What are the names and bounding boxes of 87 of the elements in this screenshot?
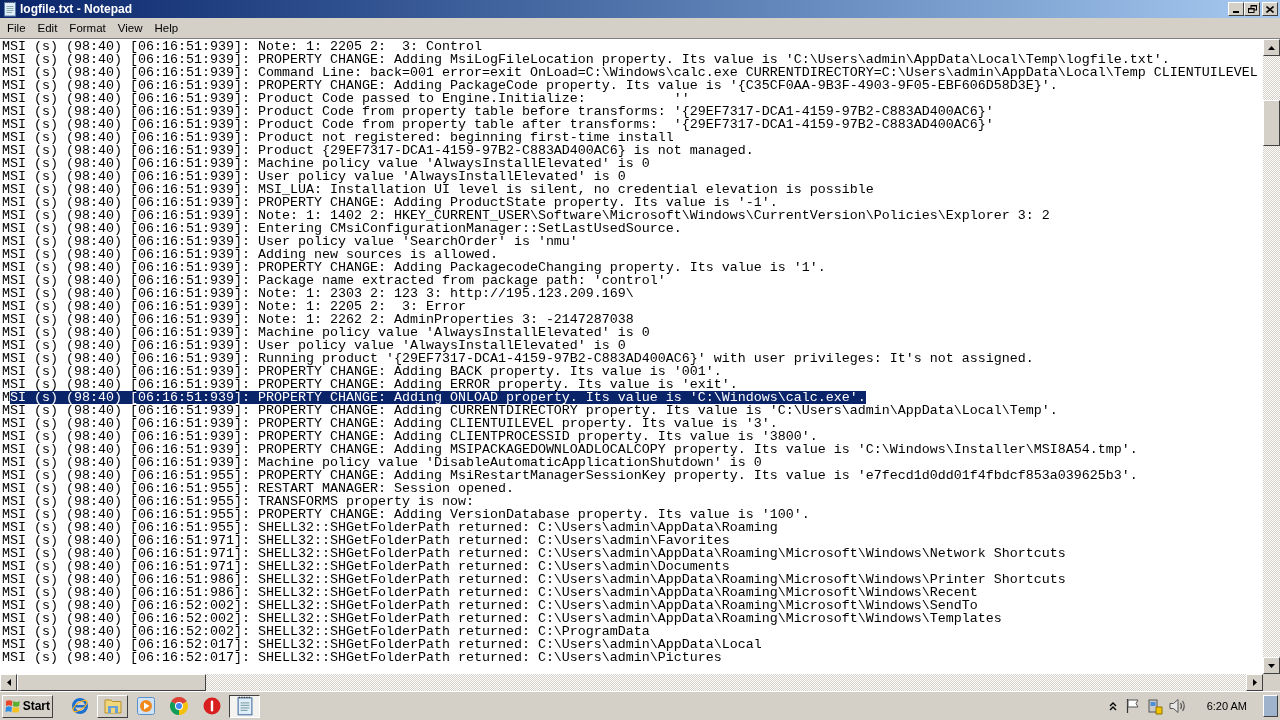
menu-item[interactable]: File — [1, 20, 32, 36]
log-line: MSI (s) (98:40) [06:16:51:955]: PROPERTY CHANGE: Adding MsiRestartManagerSessionKey property. Its value is 'e7fecd1d0dd01f4fbdcf853a039625b3'. — [2, 469, 1138, 482]
log-line: M — [2, 391, 10, 404]
log-line: MSI (s) (98:40) [06:16:51:939]: Running product '{29EF7317-DCA1-4159-97B2-C883AD400AC6}' with user privileges: It's not assigned. — [2, 352, 1034, 365]
log-line: MSI (s) (98:40) [06:16:51:939]: PROPERTY CHANGE: Adding PackageCode property. Its value is '{C35CF0AA-9B3F-4903-9F05-EBF606D58D3E}'. — [2, 79, 1058, 92]
play-icon — [136, 697, 155, 715]
log-line: MSI (s) (98:40) [06:16:51:939]: Note: 1: 2262 2: AdminProperties 3: -2147287038 — [2, 313, 634, 326]
log-line: MSI (s) (98:40) [06:16:51:939]: PROPERTY CHANGE: Adding ERROR property. Its value is 'exit'. — [2, 378, 738, 391]
log-line: MSI (s) (98:40) [06:16:51:939]: Note: 1: 1402 2: HKEY_CURRENT_USER\Software\Microsoft\Windows\CurrentVersion\Policies\Explorer 3: 2 — [2, 209, 1050, 222]
log-line: MSI (s) (98:40) [06:16:51:939]: Entering CMsiConfigurationManager::SetLastUsedSource. — [2, 222, 682, 235]
chevron-up-icon — [1108, 701, 1117, 711]
arrow-down-icon — [1268, 663, 1275, 668]
menu-item[interactable]: Help — [148, 20, 185, 36]
scroll-thumb[interactable] — [17, 674, 206, 691]
log-line: MSI (s) (98:40) [06:16:51:939]: MSI_LUA: Installation UI level is silent, no credential elevation is possible — [2, 183, 874, 196]
folder-icon — [103, 698, 122, 714]
log-line: MSI (s) (98:40) [06:16:51:939]: Product Code from property table before transforms: '{29EF7317-DCA1-4159-97B2-C883AD400AC6}' — [2, 105, 994, 118]
log-line: MSI (s) (98:40) [06:16:51:986]: SHELL32::SHGetFolderPath returned: C:\Users\admin\AppData\Roaming\Microsoft\Windows\Recent — [2, 586, 978, 599]
speaker-icon[interactable] — [1168, 698, 1187, 714]
log-line: MSI (s) (98:40) [06:16:51:939]: Machine policy value 'AlwaysInstallElevated' is 0 — [2, 326, 650, 339]
log-line: MSI (s) (98:40) [06:16:51:986]: SHELL32::SHGetFolderPath returned: C:\Users\admin\AppData\Roaming\Microsoft\Windows\Printer Shortcuts — [2, 573, 1066, 586]
log-line: MSI (s) (98:40) [06:16:51:939]: Product Code from property table after transforms: '{29EF7317-DCA1-4159-97B2-C883AD400AC6}' — [2, 118, 994, 131]
log-line: MSI (s) (98:40) [06:16:51:955]: PROPERTY CHANGE: Adding VersionDatabase property. Its value is '100'. — [2, 508, 810, 521]
start-button[interactable]: Start — [2, 694, 53, 718]
taskbar-button[interactable] — [229, 694, 260, 718]
menu-item[interactable]: Edit — [31, 20, 64, 36]
log-line: MSI (s) (98:40) [06:16:51:939]: Product not registered: beginning first-time install — [2, 131, 674, 144]
log-line: MSI (s) (98:40) [06:16:51:939]: PROPERTY CHANGE: Adding MsiLogFileLocation property. Its value is 'C:\Users\admin\AppData\Local\Temp\logfile.txt'. — [2, 53, 1170, 66]
log-line: MSI (s) (98:40) [06:16:51:939]: User policy value 'SearchOrder' is 'nmu' — [2, 235, 578, 248]
log-line: MSI (s) (98:40) [06:16:51:939]: Note: 1: 2205 2: 3: Error — [2, 300, 466, 313]
log-line: MSI (s) (98:40) [06:16:51:939]: Package name extracted from package path: 'control' — [2, 274, 666, 287]
arrow-right-icon — [1252, 679, 1257, 686]
menu-item[interactable]: Format — [63, 20, 112, 36]
log-line: MSI (s) (98:40) [06:16:51:939]: PROPERTY CHANGE: Adding CLIENTPROCESSID property. Its value is '3800'. — [2, 430, 818, 443]
arrow-left-icon — [6, 679, 11, 686]
globe-icon — [70, 697, 89, 715]
restore-icon — [1247, 5, 1257, 13]
log-line: MSI (s) (98:40) [06:16:51:955]: RESTART MANAGER: Session opened. — [2, 482, 514, 495]
scroll-down-button[interactable] — [1263, 657, 1280, 674]
log-line: MSI (s) (98:40) [06:16:51:939]: PROPERTY CHANGE: Adding ProductState property. Its value is '-1'. — [2, 196, 778, 209]
start-logo-icon — [5, 698, 21, 714]
close-icon — [1266, 5, 1274, 13]
flag-icon[interactable] — [1124, 698, 1141, 714]
restore-button[interactable] — [1244, 2, 1260, 16]
log-line: MSI (s) (98:40) [06:16:52:002]: SHELL32::SHGetFolderPath returned: C:\ProgramData — [2, 625, 650, 638]
log-line: MSI (s) (98:40) [06:16:51:939]: User policy value 'AlwaysInstallElevated' is 0 — [2, 170, 626, 183]
show-desktop-button[interactable] — [1263, 695, 1278, 717]
log-line: MSI (s) (98:40) [06:16:51:939]: Note: 1: 2205 2: 3: Control — [2, 40, 482, 53]
log-line: MSI (s) (98:40) [06:16:52:002]: SHELL32::SHGetFolderPath returned: C:\Users\admin\AppData\Roaming\Microsoft\Windows\SendTo — [2, 599, 978, 612]
log-line: MSI (s) (98:40) [06:16:51:955]: SHELL32::SHGetFolderPath returned: C:\Users\admin\AppData\Roaming — [2, 521, 778, 534]
log-line: MSI (s) (98:40) [06:16:51:955]: TRANSFORMS property is now: — [2, 495, 474, 508]
selected-text: SI (s) (98:40) [06:16:51:939]: PROPERTY CHANGE: Adding ONLOAD property. Its value is 'C:\Windows\calc.exe'. — [10, 391, 866, 404]
log-line: MSI (s) (98:40) [06:16:51:939]: PROPERTY CHANGE: Adding PackagecodeChanging property. Its value is '1'. — [2, 261, 826, 274]
arrow-up-icon — [1268, 45, 1275, 50]
notepad-icon — [234, 696, 255, 716]
log-line: MSI (s) (98:40) [06:16:51:939]: Product Code passed to Engine.Initialize: '' — [2, 92, 690, 105]
log-line: MSI (s) (98:40) [06:16:51:939]: Adding new sources is allowed. — [2, 248, 498, 261]
log-line: MSI (s) (98:40) [06:16:51:939]: Note: 1: 2303 2: 123 3: http://195.123.209.169\ — [2, 287, 634, 300]
log-line: MSI (s) (98:40) [06:16:51:939]: PROPERTY CHANGE: Adding CURRENTDIRECTORY property. Its value is 'C:\Users\admin\AppData\Local\Temp'. — [2, 404, 1058, 417]
scroll-left-button[interactable] — [0, 674, 17, 691]
notepad-icon — [2, 1, 18, 17]
scroll-thumb[interactable] — [1263, 100, 1280, 146]
menu-item[interactable]: View — [111, 20, 149, 36]
log-line: MSI (s) (98:40) [06:16:51:939]: Product {29EF7317-DCA1-4159-97B2-C883AD400AC6} is not managed. — [2, 144, 754, 157]
log-line: MSI (s) (98:40) [06:16:51:971]: SHELL32::SHGetFolderPath returned: C:\Users\admin\Favorites — [2, 534, 730, 547]
log-line: MSI (s) (98:40) [06:16:52:017]: SHELL32::SHGetFolderPath returned: C:\Users\admin\AppData\Local — [2, 638, 762, 651]
window-title: logfile.txt - Notepad — [20, 2, 132, 16]
minimize-icon — [1233, 11, 1239, 13]
round-logo-icon — [169, 697, 188, 715]
scroll-right-button[interactable] — [1246, 674, 1263, 691]
log-line: MSI (s) (98:40) [06:16:52:017]: SHELL32::SHGetFolderPath returned: C:\Users\admin\Pictures — [2, 651, 722, 664]
text-area[interactable] — [0, 39, 1263, 674]
scroll-up-button[interactable] — [1263, 39, 1280, 56]
log-line: MSI (s) (98:40) [06:16:51:939]: User policy value 'AlwaysInstallElevated' is 0 — [2, 339, 626, 352]
log-line: MSI (s) (98:40) [06:16:51:939]: Command Line: back=001 error=exit OnLoad=C:\Windows\calc.exe CURRENTDIRECTORY=C:\Users\admin\AppData\Local\Temp CLIENTUILEVEL — [2, 66, 1258, 79]
minimize-button[interactable] — [1228, 2, 1244, 16]
log-line: MSI (s) (98:40) [06:16:51:939]: PROPERTY CHANGE: Adding BACK property. Its value is '001'. — [2, 365, 722, 378]
log-line: MSI (s) (98:40) [06:16:51:971]: SHELL32::SHGetFolderPath returned: C:\Users\admin\AppData\Roaming\Microsoft\Windows\Network Shortcuts — [2, 547, 1066, 560]
log-line: MSI (s) (98:40) [06:16:51:939]: Machine policy value 'AlwaysInstallElevated' is 0 — [2, 157, 650, 170]
log-line: MSI (s) (98:40) [06:16:51:939]: PROPERTY CHANGE: Adding MSIPACKAGEDOWNLOADLOCALCOPY property. Its value is 'C:\Windows\Installer\MSI8A54.tmp'. — [2, 443, 1138, 456]
log-line: MSI (s) (98:40) [06:16:51:939]: Machine policy value 'DisableAutomaticApplicationShutdown' is 0 — [2, 456, 762, 469]
log-line: MSI (s) (98:40) [06:16:51:971]: SHELL32::SHGetFolderPath returned: C:\Users\admin\Documents — [2, 560, 730, 573]
disc-icon — [202, 697, 221, 715]
clock[interactable]: 6:20 AM — [1192, 697, 1257, 715]
log-line: MSI (s) (98:40) [06:16:52:002]: SHELL32::SHGetFolderPath returned: C:\Users\admin\AppData\Roaming\Microsoft\Windows\Templates — [2, 612, 1002, 625]
close-button[interactable] — [1262, 2, 1278, 16]
log-line: MSI (s) (98:40) [06:16:51:939]: PROPERTY CHANGE: Adding CLIENTUILEVEL property. Its value is '3'. — [2, 417, 778, 430]
